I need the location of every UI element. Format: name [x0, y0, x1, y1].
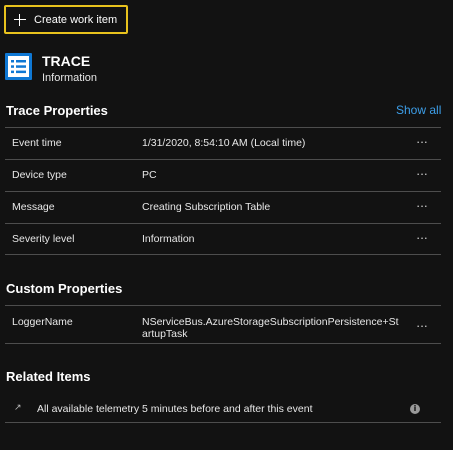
property-key: Device type — [12, 169, 67, 181]
property-row-device-type: Device type PC ··· — [5, 159, 441, 191]
property-value: 1/31/2020, 8:54:10 AM (Local time) — [142, 137, 306, 149]
trace-title: TRACE — [42, 53, 91, 69]
more-options-icon[interactable]: ··· — [416, 198, 428, 213]
related-item-telemetry[interactable]: ↗ All available telemetry 5 minutes befo… — [5, 395, 441, 423]
property-key: Message — [12, 201, 55, 213]
create-work-item-button[interactable]: Create work item — [4, 5, 128, 34]
more-options-icon[interactable]: ··· — [416, 230, 428, 245]
property-value-line: artupTask — [142, 328, 188, 340]
more-options-icon[interactable]: ··· — [416, 134, 428, 149]
info-icon[interactable]: i — [410, 404, 420, 414]
create-work-item-label: Create work item — [34, 13, 118, 26]
property-key: Severity level — [12, 233, 75, 245]
show-all-link[interactable]: Show all — [396, 103, 441, 117]
custom-properties-heading: Custom Properties — [6, 281, 123, 296]
more-options-icon[interactable]: ··· — [416, 318, 428, 333]
related-items-heading: Related Items — [6, 369, 91, 384]
trace-properties-heading: Trace Properties — [6, 103, 108, 118]
property-row-event-time: Event time 1/31/2020, 8:54:10 AM (Local … — [5, 127, 441, 159]
property-row-severity-level: Severity level Information ··· — [5, 223, 441, 255]
related-item-label[interactable]: All available telemetry 5 minutes before… — [37, 403, 312, 415]
property-value: Creating Subscription Table — [142, 201, 271, 213]
property-value-line: NServiceBus.AzureStorageSubscriptionPers… — [142, 316, 399, 328]
property-key: Event time — [12, 137, 62, 149]
property-key: LoggerName — [12, 316, 73, 328]
more-options-icon[interactable]: ··· — [416, 166, 428, 181]
property-row-logger-name: LoggerName NServiceBus.AzureStorageSubsc… — [5, 305, 441, 344]
property-value: NServiceBus.AzureStorageSubscriptionPers… — [142, 316, 399, 340]
trace-subtitle: Information — [42, 72, 98, 84]
arrow-up-right-icon: ↗ — [14, 402, 22, 412]
property-value: Information — [142, 233, 195, 245]
list-icon — [5, 53, 32, 80]
property-row-message: Message Creating Subscription Table ··· — [5, 191, 441, 223]
property-value: PC — [142, 169, 157, 181]
plus-icon — [14, 13, 26, 26]
